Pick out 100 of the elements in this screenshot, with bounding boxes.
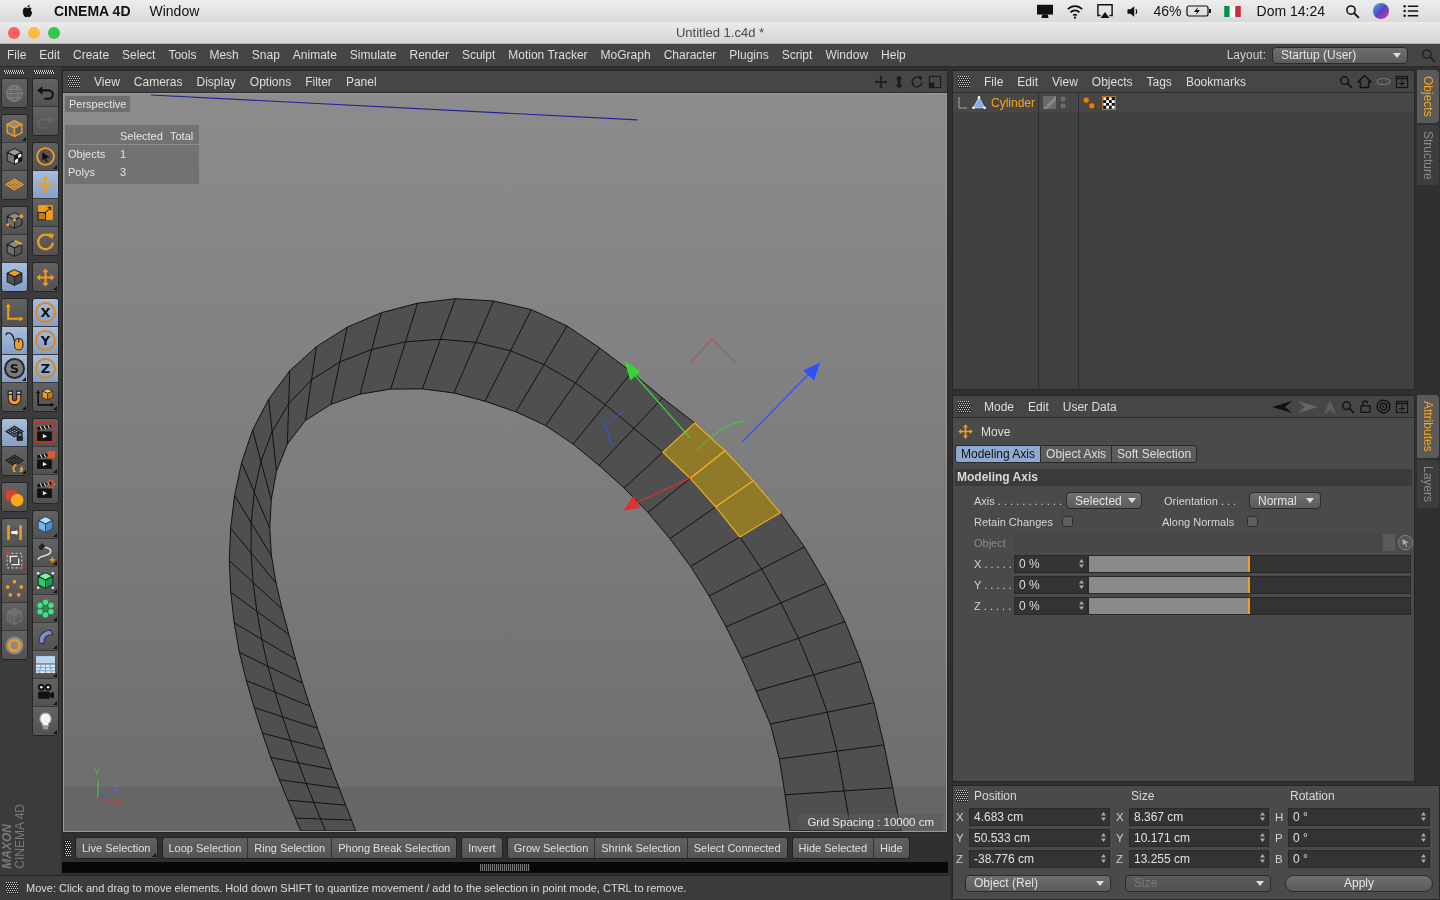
tool-button[interactable] bbox=[33, 707, 58, 735]
tool-button[interactable]: Grow Selection bbox=[507, 838, 596, 858]
number-field[interactable]: -38.776 cm bbox=[969, 849, 1110, 868]
menu-item[interactable]: Cameras bbox=[133, 74, 183, 89]
menu-item[interactable]: Window bbox=[149, 3, 200, 19]
menu-item[interactable]: Render bbox=[409, 48, 449, 62]
tool-button[interactable] bbox=[2, 383, 27, 411]
flag-icon[interactable] bbox=[1223, 5, 1241, 17]
tool-button[interactable]: Live Selection bbox=[76, 838, 157, 858]
number-field[interactable]: 0 % bbox=[1014, 554, 1088, 573]
menu-item[interactable]: File bbox=[7, 48, 27, 62]
menu-item[interactable]: Edit bbox=[39, 48, 61, 62]
tool-button[interactable] bbox=[2, 115, 27, 143]
battery-icon[interactable] bbox=[1185, 5, 1212, 17]
tool-button[interactable]: Select Connected bbox=[687, 838, 787, 858]
tool-button[interactable] bbox=[33, 419, 58, 447]
menu-item[interactable]: Display bbox=[196, 74, 236, 89]
menu-item[interactable]: Character bbox=[663, 48, 717, 62]
menu-item[interactable]: Bookmarks bbox=[1185, 74, 1246, 89]
slider-fill[interactable] bbox=[1089, 576, 1250, 593]
grip-icon[interactable] bbox=[958, 400, 970, 413]
menu-item[interactable]: Tags bbox=[1146, 74, 1172, 89]
checker-icon[interactable] bbox=[1102, 95, 1116, 110]
tool-button[interactable] bbox=[33, 199, 58, 227]
menu-item[interactable]: User Data bbox=[1062, 399, 1117, 414]
tool-button[interactable]: Phong Break Selection bbox=[332, 838, 457, 858]
list-icon[interactable] bbox=[1402, 3, 1420, 19]
triangle-points-icon[interactable] bbox=[971, 94, 987, 111]
scrollbar[interactable] bbox=[62, 862, 948, 873]
number-field[interactable]: 0 ° bbox=[1288, 828, 1430, 847]
spinner-arrows-icon[interactable] bbox=[1421, 833, 1426, 842]
tool-button[interactable]: Y bbox=[33, 327, 58, 355]
app-menu[interactable]: CINEMA 4D bbox=[54, 3, 131, 19]
orb-icon[interactable] bbox=[1372, 2, 1390, 20]
tool-button[interactable] bbox=[33, 383, 58, 411]
menu-item[interactable]: Options bbox=[249, 74, 292, 89]
menu-item[interactable]: View bbox=[1052, 74, 1078, 89]
number-field[interactable]: 10.171 cm bbox=[1129, 828, 1269, 847]
dropdown[interactable]: Selected bbox=[1066, 492, 1143, 509]
clock[interactable]: Dom 14:24 bbox=[1256, 3, 1325, 19]
tab[interactable]: Modeling Axis bbox=[955, 445, 1042, 463]
menu-item[interactable]: Window bbox=[825, 48, 869, 62]
tool-button[interactable] bbox=[2, 235, 27, 263]
wifi-icon[interactable] bbox=[1066, 3, 1085, 19]
move-gizmo[interactable] bbox=[603, 338, 821, 511]
grip-icon[interactable] bbox=[6, 882, 18, 894]
spinner-arrows-icon[interactable] bbox=[1421, 854, 1426, 863]
tool-button[interactable] bbox=[2, 143, 27, 171]
slider-fill[interactable] bbox=[1089, 597, 1250, 614]
balls-icon[interactable] bbox=[1082, 95, 1096, 110]
menu-item[interactable]: Motion Tracker bbox=[508, 48, 588, 62]
grip-icon[interactable] bbox=[958, 75, 970, 88]
tool-button[interactable] bbox=[2, 299, 27, 327]
spinner-arrows-icon[interactable] bbox=[1260, 854, 1265, 863]
side-tab[interactable]: Objects bbox=[1417, 70, 1439, 123]
tool-button[interactable] bbox=[33, 651, 58, 679]
tool-button[interactable] bbox=[2, 327, 27, 355]
tool-button[interactable] bbox=[2, 519, 27, 547]
camera-label[interactable]: Perspective bbox=[65, 96, 131, 112]
tool-button[interactable]: Hide bbox=[874, 838, 909, 858]
tool-button[interactable]: S bbox=[2, 355, 27, 383]
menu-item[interactable]: File bbox=[984, 74, 1004, 89]
number-field[interactable]: 13.255 cm bbox=[1129, 849, 1269, 868]
menu-item[interactable]: Help bbox=[881, 48, 906, 62]
spinner-arrows-icon[interactable] bbox=[1421, 812, 1426, 821]
menu-item[interactable]: Plugins bbox=[729, 48, 769, 62]
menu-item[interactable]: Objects bbox=[1091, 74, 1133, 89]
spinner-arrows-icon[interactable] bbox=[1101, 812, 1106, 821]
object-name[interactable]: Cylinder bbox=[991, 95, 1035, 110]
checkbox[interactable] bbox=[1247, 516, 1258, 527]
menu-item[interactable]: Edit bbox=[1017, 74, 1039, 89]
tool-button[interactable] bbox=[33, 567, 58, 595]
tool-button[interactable] bbox=[2, 207, 27, 235]
tool-button[interactable]: Invert bbox=[462, 838, 502, 858]
checkbox[interactable] bbox=[1062, 516, 1073, 527]
grip-icon[interactable] bbox=[68, 75, 80, 88]
menu-item[interactable]: MoGraph bbox=[600, 48, 651, 62]
tool-button[interactable] bbox=[33, 475, 58, 503]
tab[interactable]: Object Axis bbox=[1041, 445, 1113, 463]
tool-button[interactable]: Shrink Selection bbox=[595, 838, 688, 858]
grip-icon[interactable] bbox=[4, 70, 24, 74]
dropdown[interactable]: Normal bbox=[1249, 492, 1322, 509]
number-field[interactable]: 0 % bbox=[1014, 596, 1088, 615]
tool-button[interactable] bbox=[2, 575, 27, 603]
menu-item[interactable]: Create bbox=[73, 48, 110, 62]
grip-icon[interactable] bbox=[34, 70, 54, 74]
grip-icon[interactable] bbox=[64, 840, 71, 856]
scrollbar-thumb[interactable] bbox=[480, 864, 530, 871]
spinner-arrows-icon[interactable] bbox=[1101, 854, 1106, 863]
number-field[interactable]: 0 ° bbox=[1288, 807, 1430, 826]
layer-swatch-icon[interactable] bbox=[1043, 96, 1056, 109]
tool-button[interactable]: Ring Selection bbox=[248, 838, 333, 858]
menu-item[interactable]: View bbox=[94, 74, 120, 89]
menu-item[interactable]: Filter bbox=[305, 74, 332, 89]
menu-item[interactable]: Tools bbox=[168, 48, 197, 62]
tool-button[interactable]: Loop Selection bbox=[162, 838, 249, 858]
menu-item[interactable]: Script bbox=[781, 48, 813, 62]
tool-button[interactable] bbox=[2, 263, 27, 291]
tool-button[interactable] bbox=[33, 447, 58, 475]
search-icon[interactable] bbox=[1345, 3, 1360, 19]
